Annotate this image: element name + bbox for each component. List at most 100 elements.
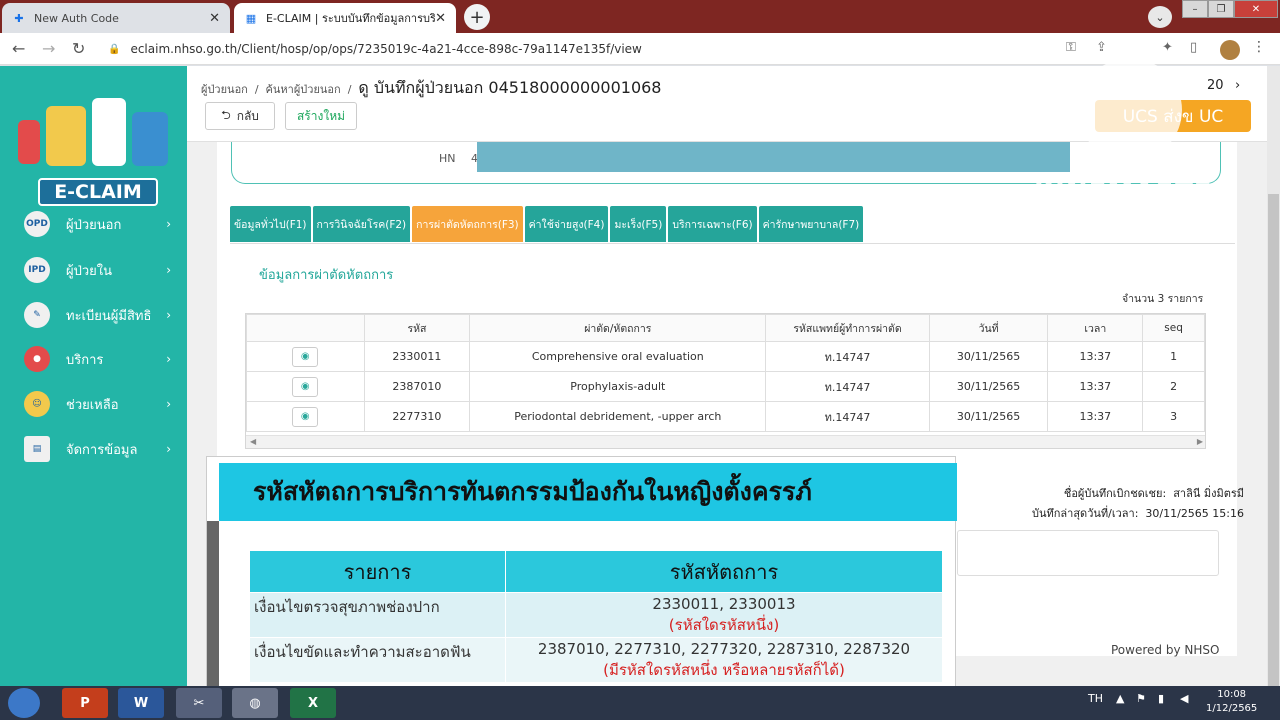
volume-icon[interactable]: ◀ (1180, 692, 1188, 705)
procedure-table: รหัส ผ่าตัด/หัตถการ รหัสแพทย์ผู้ทำการผ่า… (246, 314, 1205, 432)
browser-tab-eclaim[interactable]: ▦ E-CLAIM | ระบบบันทึกข้อมูลการบริก ✕ (234, 3, 456, 33)
record-count: จำนวน 3 รายการ (1122, 293, 1204, 305)
logo-text: E-CLAIM (38, 178, 158, 206)
chevron-right-icon: › (166, 352, 171, 366)
info-card-overlay: รหัสหัตถการบริการทันตกรรมป้องกันในหญิงตั… (206, 456, 957, 697)
new-tab-button[interactable]: + (464, 4, 490, 30)
breadcrumb-opd[interactable]: ผู้ป่วยนอก (201, 83, 248, 96)
form-tabs: ข้อมูลทั่วไป(F1) การวินิจฉัยโรค(F2) การผ… (230, 206, 864, 242)
view-eye-icon[interactable]: ◉ (292, 346, 319, 367)
tray-arrow-icon[interactable]: ▲ (1116, 692, 1124, 705)
forward-arrow-icon[interactable]: → (42, 39, 55, 58)
pager-value[interactable]: 20 (1207, 78, 1224, 93)
column-header-code: รหัส (363, 314, 471, 342)
profile-avatar[interactable] (1220, 40, 1240, 60)
window-close-icon[interactable]: ✕ (1234, 0, 1278, 18)
data-manage-icon: ▤ (24, 436, 50, 462)
eclaim-favicon-icon: ▦ (245, 11, 257, 25)
overlay-col-item: รายการ (249, 550, 506, 593)
address-bar: ← → ↻ 🔒 eclaim.nhso.go.th/Client/hosp/op… (0, 33, 1280, 65)
cell-doctor: ท.14747 (765, 401, 930, 432)
overlay-item: เงื่อนไขตรวจสุขภาพช่องปาก (249, 592, 506, 638)
cell-time: 13:37 (1047, 371, 1144, 402)
tab-search-chevron-icon[interactable]: ⌄ (1148, 6, 1172, 28)
language-indicator[interactable]: TH (1088, 692, 1103, 705)
sidebar-item-help[interactable]: ☺ ช่วยเหลือ › (0, 385, 187, 423)
start-button[interactable] (8, 688, 40, 718)
back-button[interactable]: ⮌ กลับ (205, 102, 275, 130)
key-icon[interactable]: ⚿ (1066, 40, 1076, 55)
tab-procedure-f3[interactable]: การผ่าตัดหัตถการ(F3) (412, 206, 523, 242)
share-icon[interactable]: ⇪ (1096, 40, 1107, 55)
cell-procedure: Comprehensive oral evaluation (469, 341, 767, 372)
sidebar-item-service[interactable]: ● บริการ › (0, 340, 187, 378)
menu-kebab-icon[interactable]: ⋮ (1252, 39, 1266, 55)
overlay-table: รายการ รหัสหัตถการ เงื่อนไขตรวจสุขภาพช่อ… (249, 550, 943, 683)
view-eye-icon[interactable]: ◉ (292, 406, 319, 427)
url-text: eclaim.nhso.go.th/Client/hosp/op/ops/723… (130, 42, 642, 56)
clock-date: 1/12/2565 (1206, 703, 1258, 714)
tab-title: New Auth Code (34, 11, 119, 25)
close-tab-icon[interactable]: ✕ (209, 11, 220, 26)
system-clock[interactable]: 10:08 1/12/2565 (1206, 688, 1257, 716)
tab-title: E-CLAIM | ระบบบันทึกข้อมูลการบริก (266, 12, 436, 25)
tab-general-f1[interactable]: ข้อมูลทั่วไป(F1) (230, 206, 311, 242)
horizontal-scrollbar[interactable]: ◀ ▶ (246, 435, 1205, 448)
powerpoint-icon[interactable]: P (62, 688, 108, 718)
network-icon[interactable]: ▮ (1158, 692, 1164, 705)
overlay-title: รหัสหัตถการบริการทันตกรรมป้องกันในหญิงตั… (219, 463, 957, 521)
scroll-right-icon[interactable]: ▶ (1197, 437, 1203, 446)
browser-tab-auth-code[interactable]: ✚ New Auth Code ✕ (2, 3, 230, 33)
table-header-row: รหัส ผ่าตัด/หัตถการ รหัสแพทย์ผู้ทำการผ่า… (246, 314, 1205, 342)
flag-icon[interactable]: ⚑ (1136, 692, 1146, 705)
snipping-tool-icon[interactable]: ✂ (176, 688, 222, 718)
page-title: ดู บันทึกผู้ป่วยนอก 04518000000001068 (358, 78, 662, 97)
section-title: ข้อมูลการผ่าตัดหัตถการ (259, 268, 394, 283)
tab-medical-fee-f7[interactable]: ค่ารักษาพยาบาล(F7) (758, 206, 864, 242)
sidebar-item-registry[interactable]: ✎ ทะเบียนผู้มีสิทธิ › (0, 296, 187, 334)
table-row: ◉ 2330011 Comprehensive oral evaluation … (246, 341, 1205, 372)
breadcrumb-search-opd[interactable]: ค้นหาผู้ป่วยนอก (266, 83, 341, 96)
note-box[interactable] (957, 530, 1219, 576)
next-page-icon[interactable]: › (1235, 78, 1240, 93)
sidebar-item-data-manage[interactable]: ▤ จัดการข้อมูล › (0, 430, 187, 468)
sidebar-item-label: ทะเบียนผู้มีสิทธิ (66, 308, 152, 324)
sidebar-item-label: ผู้ป่วยใน (66, 263, 113, 279)
url-field[interactable]: 🔒 eclaim.nhso.go.th/Client/hosp/op/ops/7… (108, 38, 1058, 60)
restore-icon[interactable]: ❐ (1208, 0, 1234, 18)
scroll-left-icon[interactable]: ◀ (250, 437, 256, 446)
tab-high-cost-f4[interactable]: ค่าใช้จ่ายสูง(F4) (524, 206, 609, 242)
tab-special-service-f6[interactable]: บริการเฉพาะ(F6) (668, 206, 757, 242)
back-arrow-icon[interactable]: ← (12, 39, 25, 58)
excel-icon[interactable]: X (290, 688, 336, 718)
view-eye-icon[interactable]: ◉ (292, 376, 319, 397)
close-tab-icon[interactable]: ✕ (435, 11, 446, 26)
sidebar-item-opd[interactable]: OPD ผู้ป่วยนอก › (0, 205, 187, 243)
recorder-name-label: ชื่อผู้บันทึกเบิกชดเชย: (1063, 487, 1167, 500)
column-header-action (246, 314, 365, 342)
registry-icon: ✎ (24, 302, 50, 328)
reload-icon[interactable]: ↻ (72, 39, 85, 58)
tab-cancer-f5[interactable]: มะเร็ง(F5) (610, 206, 667, 242)
opd-icon: OPD (24, 211, 50, 237)
tab-divider (230, 243, 1235, 244)
tab-diagnosis-f2[interactable]: การวินิจฉัยโรค(F2) (312, 206, 411, 242)
word-icon[interactable]: W (118, 688, 164, 718)
recorder-name-value: สาลินี มิ่งมิตรมี (1173, 487, 1245, 500)
chevron-right-icon: › (166, 263, 171, 277)
overlay-circle (1078, 58, 1182, 162)
side-panel-icon[interactable]: ▯ (1190, 40, 1197, 55)
chrome-icon[interactable]: ◍ (232, 688, 278, 718)
create-new-button[interactable]: สร้างใหม่ (285, 102, 357, 130)
page-scrollbar[interactable] (1267, 66, 1280, 694)
extensions-icon[interactable]: ✦ (1162, 40, 1173, 55)
minimize-icon[interactable]: – (1182, 0, 1208, 18)
cell-code: 2387010 (363, 371, 471, 402)
sidebar-item-ipd[interactable]: IPD ผู้ป่วยใน › (0, 251, 187, 289)
cell-date: 30/11/2565 (928, 401, 1049, 432)
breadcrumb: ผู้ป่วยนอก / ค้นหาผู้ป่วยนอก / ดู บันทึก… (201, 78, 662, 97)
eclaim-logo: E-CLAIM (16, 96, 172, 206)
overlay-col-code: รหัสหัตถการ (505, 550, 943, 593)
scrollbar-thumb[interactable] (1268, 194, 1279, 694)
support-icon: ☺ (24, 391, 50, 417)
